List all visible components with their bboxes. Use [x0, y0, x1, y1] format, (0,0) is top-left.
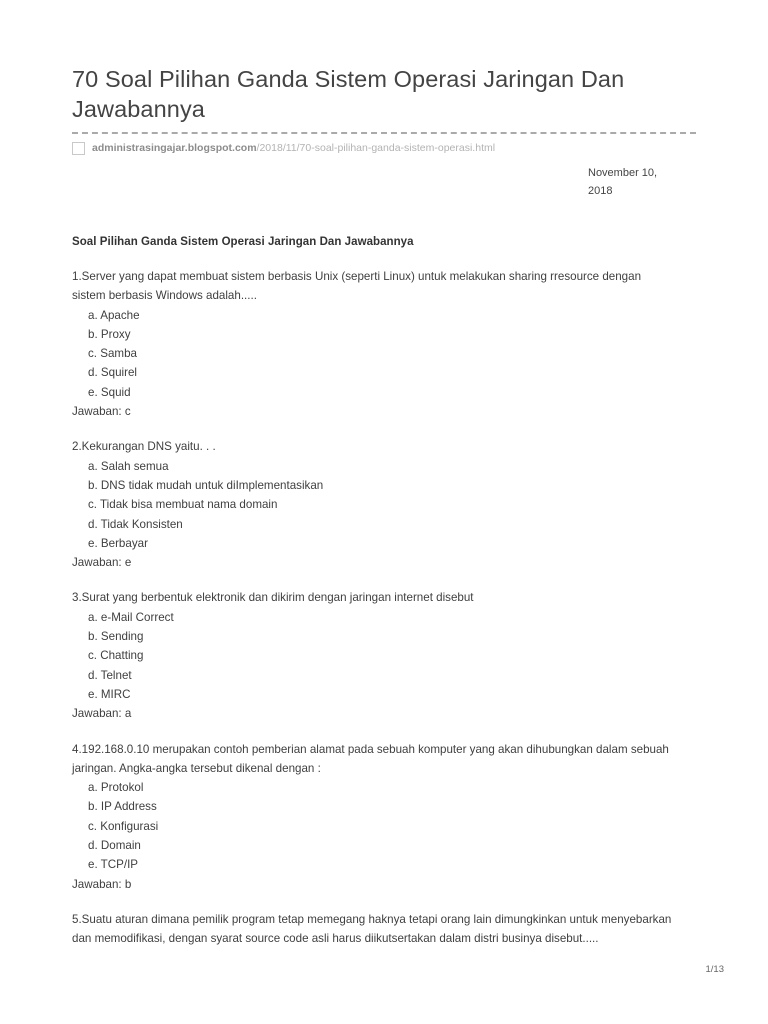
- answer-text: Jawaban: b: [72, 877, 132, 891]
- list-item: c. Tidak bisa membuat nama domain: [88, 498, 278, 512]
- answer-text: Jawaban: c: [72, 405, 131, 419]
- source-path: /2018/11/70-soal-pilihan-ganda-sistem-op…: [256, 142, 496, 154]
- option-list: a. Salah semua b. DNS tidak mudah untuk …: [72, 457, 672, 553]
- list-item: e. Squid: [88, 385, 131, 399]
- list-item: d. Tidak Konsisten: [88, 517, 183, 531]
- list-item: a. Protokol: [88, 781, 144, 795]
- option-list: a. e-Mail Correct b. Sending c. Chatting…: [72, 608, 672, 704]
- empty-square-icon: [72, 141, 85, 155]
- question-block: 3.Surat yang berbentuk elektronik dan di…: [72, 588, 672, 723]
- list-item: a. Salah semua: [88, 459, 169, 473]
- header-divider: [72, 132, 696, 134]
- list-item: b. Sending: [88, 630, 144, 644]
- list-item: d. Squirel: [88, 366, 137, 380]
- answer-text: Jawaban: a: [72, 707, 132, 721]
- page-number: 1/13: [705, 964, 725, 975]
- document-date: November 10, 2018: [588, 164, 696, 200]
- list-item: e. Berbayar: [88, 536, 148, 550]
- question-text: 4.192.168.0.10 merupakan contoh pemberia…: [72, 742, 669, 775]
- list-item: c. Konfigurasi: [88, 819, 159, 833]
- page-title: 70 Soal Pilihan Ganda Sistem Operasi Jar…: [72, 66, 625, 122]
- list-item: a. Apache: [88, 308, 140, 322]
- list-item: c. Chatting: [88, 649, 144, 663]
- option-list: a. Protokol b. IP Address c. Konfigurasi…: [72, 778, 672, 874]
- document-body: Soal Pilihan Ganda Sistem Operasi Jaring…: [72, 234, 672, 965]
- source-domain: administrasingajar.blogspot.com: [92, 142, 257, 154]
- list-item: e. TCP/IP: [88, 858, 139, 872]
- question-block: 5.Suatu aturan dimana pemilik program te…: [72, 910, 672, 949]
- question-block: 2.Kekurangan DNS yaitu. . . a. Salah sem…: [72, 437, 672, 572]
- source-url[interactable]: administrasingajar.blogspot.com/2018/11/…: [92, 141, 495, 155]
- list-item: e. MIRC: [88, 687, 131, 701]
- date-line-1: November 10,: [588, 167, 658, 179]
- date-line-2: 2018: [588, 185, 613, 197]
- answer-text: Jawaban: e: [72, 556, 132, 570]
- list-item: b. DNS tidak mudah untuk diImplementasik…: [88, 478, 324, 492]
- question-text: 5.Suatu aturan dimana pemilik program te…: [72, 912, 672, 946]
- list-item: c. Samba: [88, 347, 137, 361]
- question-text: 1.Server yang dapat membuat sistem berba…: [72, 270, 642, 303]
- question-text: 3.Surat yang berbentuk elektronik dan di…: [72, 591, 474, 605]
- question-block: 4.192.168.0.10 merupakan contoh pemberia…: [72, 740, 672, 894]
- list-item: d. Domain: [88, 839, 141, 853]
- document-header: 70 Soal Pilihan Ganda Sistem Operasi Jar…: [72, 64, 696, 155]
- section-heading: Soal Pilihan Ganda Sistem Operasi Jaring…: [72, 236, 414, 248]
- document-page: 70 Soal Pilihan Ganda Sistem Operasi Jar…: [0, 0, 768, 1024]
- question-text: 2.Kekurangan DNS yaitu. . .: [72, 440, 216, 454]
- list-item: a. e-Mail Correct: [88, 610, 174, 624]
- question-block: 1.Server yang dapat membuat sistem berba…: [72, 267, 672, 421]
- list-item: b. Proxy: [88, 327, 131, 341]
- list-item: b. IP Address: [88, 800, 157, 814]
- option-list: a. Apache b. Proxy c. Samba d. Squirel e…: [72, 306, 672, 402]
- source-row: administrasingajar.blogspot.com/2018/11/…: [72, 141, 696, 155]
- list-item: d. Telnet: [88, 668, 132, 682]
